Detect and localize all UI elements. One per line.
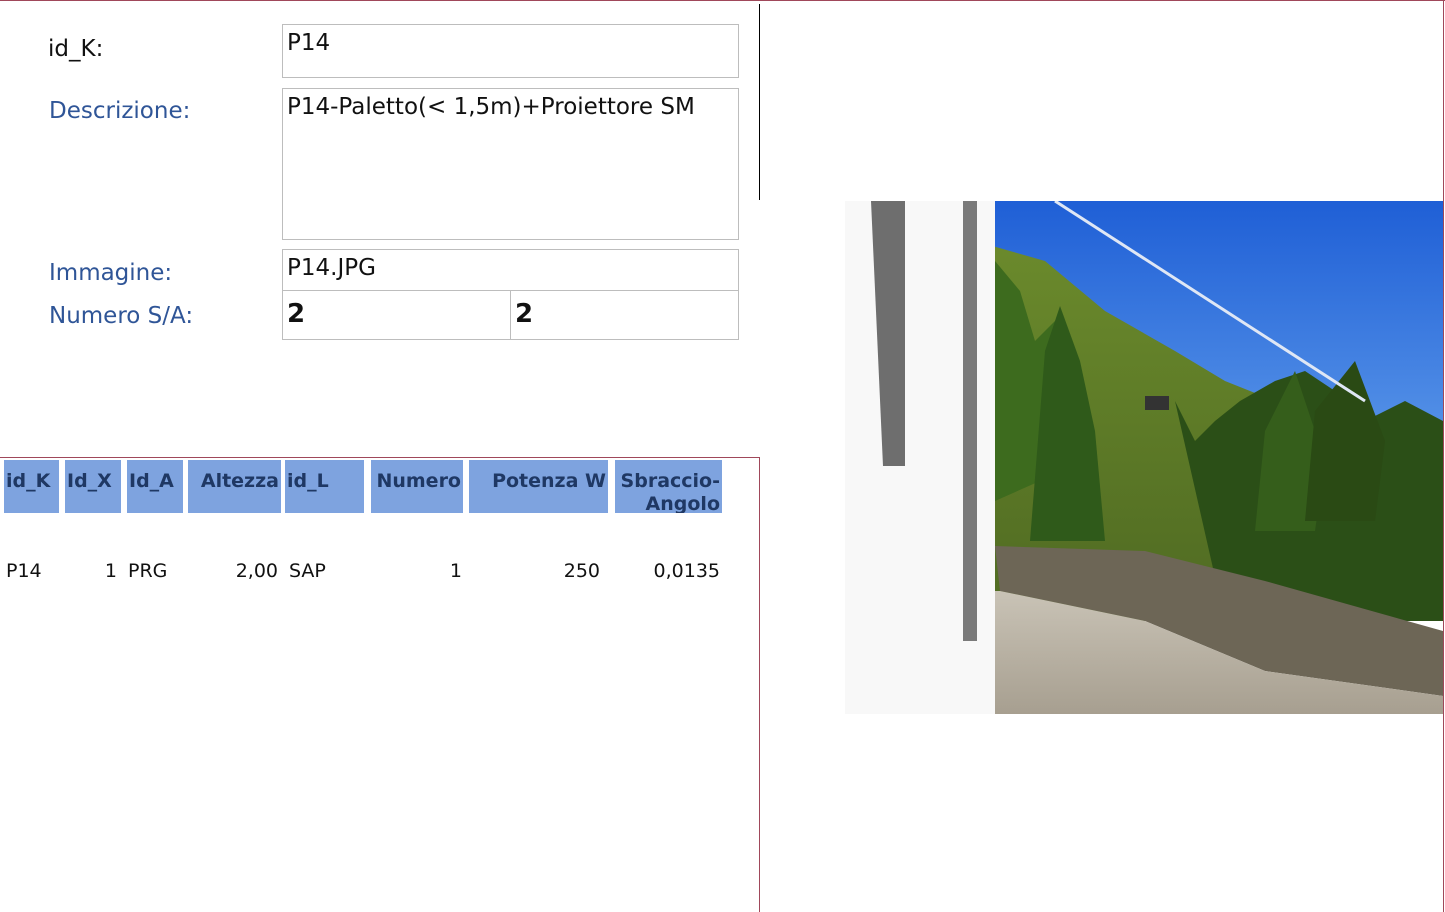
immagine-label: Immagine: — [49, 260, 173, 286]
table-cell: SAP — [289, 560, 326, 582]
numero-a-field[interactable]: 2 — [510, 290, 739, 340]
column-header: Id_X — [65, 460, 121, 513]
column-header: Id_A — [127, 460, 183, 513]
frame-right-border — [1443, 0, 1444, 912]
id-k-field[interactable]: P14 — [282, 24, 739, 78]
id-k-label: id_K: — [48, 36, 104, 62]
section-divider — [759, 4, 760, 200]
column-header: Altezza — [188, 460, 281, 513]
table-cell: PRG — [128, 560, 168, 582]
descrizione-label: Descrizione: — [49, 98, 191, 124]
table-cell: 250 — [563, 560, 600, 582]
record-photo — [845, 201, 1443, 714]
frame-top-border — [0, 0, 1445, 1]
immagine-field[interactable]: P14.JPG — [282, 249, 739, 291]
column-header: Numero — [371, 460, 463, 513]
section-divider — [759, 458, 760, 912]
column-header: Potenza W — [469, 460, 608, 513]
table-top-border — [0, 457, 760, 458]
table-cell: P14 — [6, 560, 42, 582]
table-cell: 1 — [449, 560, 462, 582]
numero-s-field[interactable]: 2 — [282, 290, 511, 340]
numero-sa-label: Numero S/A: — [49, 303, 194, 329]
column-header: id_K — [4, 460, 59, 513]
column-header: id_L — [285, 460, 364, 513]
descrizione-field[interactable]: P14-Paletto(< 1,5m)+Proiettore SM — [282, 88, 739, 240]
column-header: Sbraccio-Angolo — [615, 460, 722, 513]
table-cell: 1 — [104, 560, 117, 582]
table-cell: 2,00 — [235, 560, 278, 582]
table-cell: 0,0135 — [653, 560, 720, 582]
